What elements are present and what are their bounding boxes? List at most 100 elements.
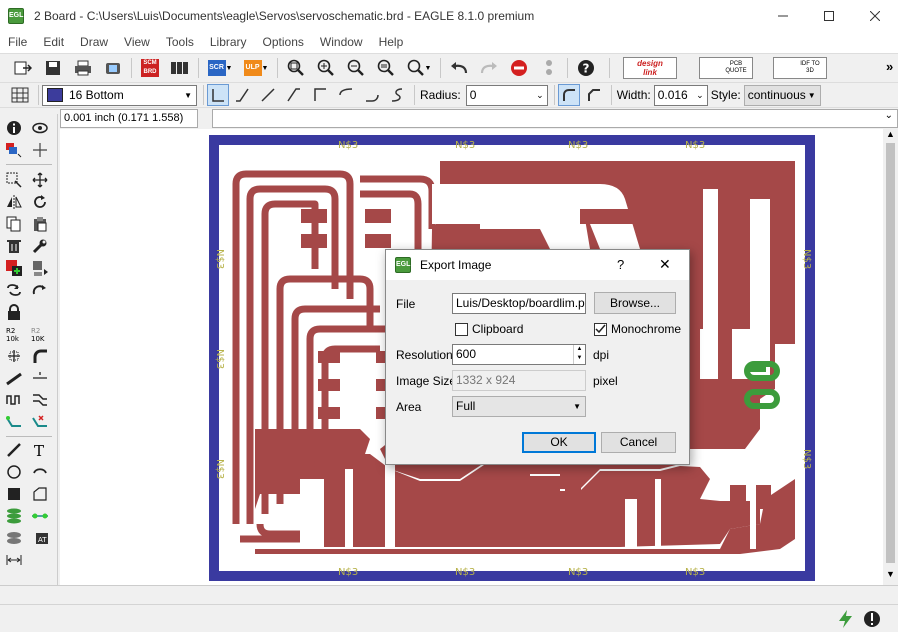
round-corner-icon[interactable] [557,84,580,106]
zoom-select-icon[interactable]: ▼ [404,56,434,80]
dimension-icon[interactable] [4,550,24,570]
go-icon[interactable] [537,56,561,80]
menu-window[interactable]: Window [312,31,371,53]
scroll-down-icon[interactable]: ▼ [886,569,895,579]
wire-bend-4-icon[interactable] [308,83,332,107]
via-icon[interactable] [4,506,24,526]
wire-bend-6-icon[interactable] [360,83,384,107]
menu-options[interactable]: Options [255,31,312,53]
text-icon[interactable]: T [30,440,50,460]
open-file-icon[interactable] [11,56,35,80]
copy-icon[interactable] [4,214,24,234]
layer-select[interactable]: 16 Bottom ▼ [42,84,197,106]
undo-icon[interactable] [447,56,471,80]
wire-bend-3-icon[interactable] [282,83,306,107]
file-path-input[interactable]: Luis/Desktop/boardlim.png [452,293,586,314]
add-part-icon[interactable] [4,258,24,278]
menu-draw[interactable]: Draw [72,31,116,53]
maximize-button[interactable] [806,0,852,31]
delete-icon[interactable] [4,236,24,256]
idf-to-3d-button[interactable]: IDF TO 3D [773,57,827,79]
sch-brd-switch-icon[interactable]: SCM BRD [138,56,162,80]
show-eye-icon[interactable] [30,118,50,138]
group-select-icon[interactable] [4,170,24,190]
info-icon[interactable] [4,118,24,138]
zoom-redraw-icon[interactable] [374,56,398,80]
move-icon[interactable] [30,170,50,190]
ripup-icon[interactable] [30,412,50,432]
menu-view[interactable]: View [116,31,158,53]
meander-icon[interactable] [4,390,24,410]
vertical-scrollbar[interactable]: ▲ ▼ [883,129,898,585]
optimize-icon[interactable] [30,368,50,388]
scroll-up-icon[interactable]: ▲ [886,129,895,139]
paste-icon[interactable] [30,214,50,234]
mirror-icon[interactable] [4,192,24,212]
line-icon[interactable] [4,440,24,460]
wire-bend-7-icon[interactable] [386,83,410,107]
wire-bend-2-icon[interactable] [256,83,280,107]
toolbar-overflow-button[interactable]: » [886,59,893,74]
zoom-fit-icon[interactable] [284,56,308,80]
grid-icon[interactable] [8,83,32,107]
menu-edit[interactable]: Edit [35,31,72,53]
ok-button[interactable]: OK [522,432,596,453]
command-line-input[interactable]: ⌄ [212,109,898,128]
circle-icon[interactable] [4,462,24,482]
name-icon[interactable]: R2 10k [4,324,24,344]
menu-library[interactable]: Library [202,31,255,53]
ulp-icon[interactable]: ULP ▼ [241,56,271,80]
radius-select[interactable]: 0 ⌄ [465,84,548,106]
cancel-button[interactable]: Cancel [601,432,676,453]
pcb-quote-button[interactable]: PCB QUOTE [699,57,753,79]
swap-icon[interactable] [4,280,24,300]
change-icon[interactable] [30,280,50,300]
stop-command-icon[interactable] [862,609,882,629]
hole-icon[interactable] [4,528,24,548]
chamfer-corner-icon[interactable] [582,83,606,107]
spin-arrows-icon[interactable]: ▲ ▼ [573,345,585,364]
script-icon[interactable]: SCR ▼ [205,56,235,80]
split-icon[interactable] [4,368,24,388]
value-icon[interactable]: R2 10K [30,324,50,344]
close-window-button[interactable] [852,0,898,31]
width-select[interactable]: 0.016 ⌄ [653,84,708,106]
menu-file[interactable]: File [0,31,35,53]
rectangle-icon[interactable] [4,484,24,504]
resolution-spinbox[interactable]: 600 ▲ ▼ [452,344,586,365]
menu-help[interactable]: Help [371,31,412,53]
zoom-out-icon[interactable] [344,56,368,80]
save-icon[interactable] [41,56,65,80]
polygon-icon[interactable] [30,484,50,504]
redo-icon[interactable] [477,56,501,80]
help-icon[interactable]: ? [574,56,598,80]
display-layers-icon[interactable] [4,140,24,160]
lock-icon[interactable] [4,302,24,322]
minimize-button[interactable] [760,0,806,31]
miter-icon[interactable] [30,346,50,366]
replace-icon[interactable] [30,258,50,278]
horizontal-scrollbar[interactable] [0,585,898,604]
dialog-close-button[interactable]: ✕ [659,256,671,273]
lightning-icon[interactable] [836,609,856,629]
smash-icon[interactable] [4,346,24,366]
rotate-icon[interactable] [30,192,50,212]
mark-icon[interactable] [30,140,50,160]
design-link-button[interactable]: design link [623,57,677,79]
style-select[interactable]: continuous ▼ [743,84,821,106]
menu-tools[interactable]: Tools [158,31,202,53]
scrollbar-thumb[interactable] [886,143,895,563]
wire-bend-1-icon[interactable] [230,83,254,107]
wrench-icon[interactable] [30,236,50,256]
route-icon[interactable] [4,412,24,432]
wire-bend-5-icon[interactable] [334,83,358,107]
stop-icon[interactable] [507,56,531,80]
sheets-icon[interactable] [168,56,192,80]
arc-icon[interactable] [30,462,50,482]
route-differential-icon[interactable] [30,390,50,410]
zoom-in-icon[interactable] [314,56,338,80]
wire-bend-0-icon[interactable] [207,84,229,106]
attribute-icon[interactable]: AT [30,528,50,548]
dialog-help-button[interactable]: ? [617,257,624,272]
signal-icon[interactable] [30,506,50,526]
